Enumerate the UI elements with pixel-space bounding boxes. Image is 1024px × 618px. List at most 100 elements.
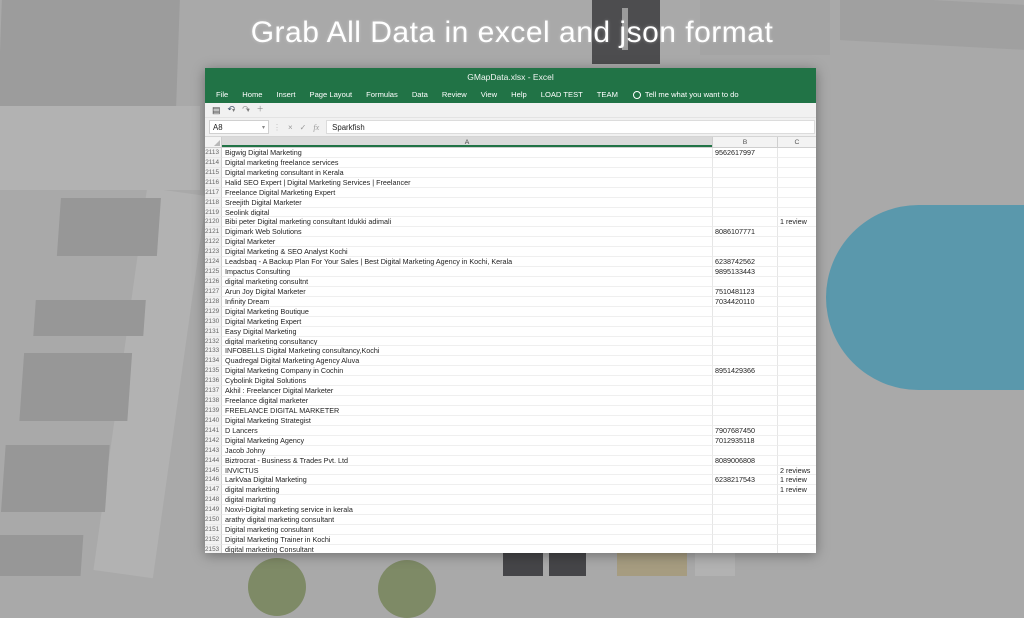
cell-reviews[interactable] — [778, 337, 816, 347]
cell-company-name[interactable]: Infinity Dream — [222, 297, 713, 307]
redo-icon[interactable]: ↷▾ — [242, 103, 250, 117]
row-number[interactable]: 2149 — [205, 505, 222, 515]
cell-reviews[interactable] — [778, 436, 816, 446]
cancel-icon[interactable]: × — [288, 123, 293, 132]
cell-reviews[interactable]: 2 reviews — [778, 466, 816, 476]
cell-reviews[interactable] — [778, 356, 816, 366]
cell-company-name[interactable]: digital marketting — [222, 485, 713, 495]
cell-company-name[interactable]: Bibi peter Digital marketing consultant … — [222, 217, 713, 227]
cell-company-name[interactable]: Digital Marketing Company in Cochin — [222, 366, 713, 376]
cell-phone[interactable] — [713, 337, 778, 347]
cell-phone[interactable] — [713, 307, 778, 317]
tell-me-box[interactable]: Tell me what you want to do — [633, 90, 739, 99]
cell-phone[interactable] — [713, 535, 778, 545]
row-number[interactable]: 2145 — [205, 466, 222, 476]
formula-bar-input[interactable]: Sparkfish — [326, 120, 815, 134]
insert-function-icon[interactable]: fx — [313, 123, 319, 132]
cell-phone[interactable]: 6238742562 — [713, 257, 778, 267]
cell-phone[interactable] — [713, 317, 778, 327]
cell-phone[interactable] — [713, 217, 778, 227]
cell-company-name[interactable]: Halid SEO Expert | Digital Marketing Ser… — [222, 178, 713, 188]
cell-company-name[interactable]: Digital marketing consultant — [222, 525, 713, 535]
cell-reviews[interactable]: 1 review — [778, 475, 816, 485]
cell-phone[interactable] — [713, 525, 778, 535]
row-number[interactable]: 2136 — [205, 376, 222, 386]
cell-company-name[interactable]: digital marketing Consultant — [222, 545, 713, 553]
cell-phone[interactable] — [713, 406, 778, 416]
cell-company-name[interactable]: Easy Digital Marketing — [222, 327, 713, 337]
cell-phone[interactable] — [713, 346, 778, 356]
row-number[interactable]: 2125 — [205, 267, 222, 277]
cell-reviews[interactable] — [778, 188, 816, 198]
cell-reviews[interactable] — [778, 198, 816, 208]
cell-reviews[interactable]: 1 review — [778, 485, 816, 495]
row-number[interactable]: 2123 — [205, 247, 222, 257]
cell-reviews[interactable] — [778, 346, 816, 356]
cell-company-name[interactable]: arathy digital marketing consultant — [222, 515, 713, 525]
redo-dropdown-icon[interactable]: ▾ — [247, 108, 250, 114]
row-number[interactable]: 2115 — [205, 168, 222, 178]
cell-phone[interactable] — [713, 168, 778, 178]
cell-company-name[interactable]: LarkVaa Digital Marketing — [222, 475, 713, 485]
column-header-c[interactable]: C — [778, 137, 816, 147]
row-number[interactable]: 2116 — [205, 178, 222, 188]
cell-reviews[interactable] — [778, 396, 816, 406]
row-number[interactable]: 2135 — [205, 366, 222, 376]
enter-icon[interactable]: ✓ — [300, 123, 307, 132]
cell-company-name[interactable]: Freelance Digital Marketing Expert — [222, 188, 713, 198]
cell-company-name[interactable]: D Lancers — [222, 426, 713, 436]
row-number[interactable]: 2127 — [205, 287, 222, 297]
ribbon-tab-insert[interactable]: Insert — [270, 90, 303, 99]
cell-company-name[interactable]: Digital marketing freelance services — [222, 158, 713, 168]
cell-reviews[interactable] — [778, 237, 816, 247]
cell-company-name[interactable]: Cybolink Digital Solutions — [222, 376, 713, 386]
cell-company-name[interactable]: Noxvi-Digital marketing service in keral… — [222, 505, 713, 515]
row-number[interactable]: 2141 — [205, 426, 222, 436]
cell-phone[interactable]: 7907687450 — [713, 426, 778, 436]
ribbon-tab-formulas[interactable]: Formulas — [359, 90, 405, 99]
cell-company-name[interactable]: Bigwig Digital Marketing — [222, 148, 713, 158]
cell-phone[interactable] — [713, 545, 778, 553]
select-all-corner[interactable] — [205, 137, 222, 147]
row-number[interactable]: 2118 — [205, 198, 222, 208]
row-number[interactable]: 2113 — [205, 148, 222, 158]
row-number[interactable]: 2144 — [205, 456, 222, 466]
ribbon-tab-load-test[interactable]: LOAD TEST — [534, 90, 590, 99]
cell-reviews[interactable]: 1 review — [778, 217, 816, 227]
cell-reviews[interactable] — [778, 297, 816, 307]
cell-phone[interactable] — [713, 277, 778, 287]
cell-phone[interactable] — [713, 237, 778, 247]
cell-company-name[interactable]: Digital Marketing Boutique — [222, 307, 713, 317]
cell-company-name[interactable]: digital markrting — [222, 495, 713, 505]
ribbon-tab-page-layout[interactable]: Page Layout — [303, 90, 360, 99]
cell-phone[interactable]: 6238217543 — [713, 475, 778, 485]
cell-phone[interactable] — [713, 327, 778, 337]
row-number[interactable]: 2148 — [205, 495, 222, 505]
cell-phone[interactable] — [713, 356, 778, 366]
cell-reviews[interactable] — [778, 545, 816, 553]
ribbon-tab-view[interactable]: View — [474, 90, 504, 99]
cell-reviews[interactable] — [778, 227, 816, 237]
cell-reviews[interactable] — [778, 208, 816, 218]
ribbon-tab-home[interactable]: Home — [235, 90, 269, 99]
cell-reviews[interactable] — [778, 515, 816, 525]
cell-reviews[interactable] — [778, 247, 816, 257]
cell-phone[interactable] — [713, 396, 778, 406]
cell-reviews[interactable] — [778, 376, 816, 386]
name-box-dropdown-icon[interactable]: ▾ — [262, 124, 265, 131]
row-number[interactable]: 2120 — [205, 217, 222, 227]
cell-phone[interactable]: 8951429366 — [713, 366, 778, 376]
row-number[interactable]: 2138 — [205, 396, 222, 406]
cell-company-name[interactable]: Sreejith Digital Marketer — [222, 198, 713, 208]
cell-reviews[interactable] — [778, 287, 816, 297]
cell-reviews[interactable] — [778, 416, 816, 426]
row-number[interactable]: 2143 — [205, 446, 222, 456]
cell-company-name[interactable]: Digital Marketer — [222, 237, 713, 247]
cell-company-name[interactable]: INVICTUS — [222, 466, 713, 476]
cell-phone[interactable] — [713, 158, 778, 168]
cell-phone[interactable] — [713, 505, 778, 515]
row-number[interactable]: 2139 — [205, 406, 222, 416]
cell-company-name[interactable]: Digital marketing consultant in Kerala — [222, 168, 713, 178]
cell-company-name[interactable]: Digital Marketing Trainer in Kochi — [222, 535, 713, 545]
cell-reviews[interactable] — [778, 168, 816, 178]
